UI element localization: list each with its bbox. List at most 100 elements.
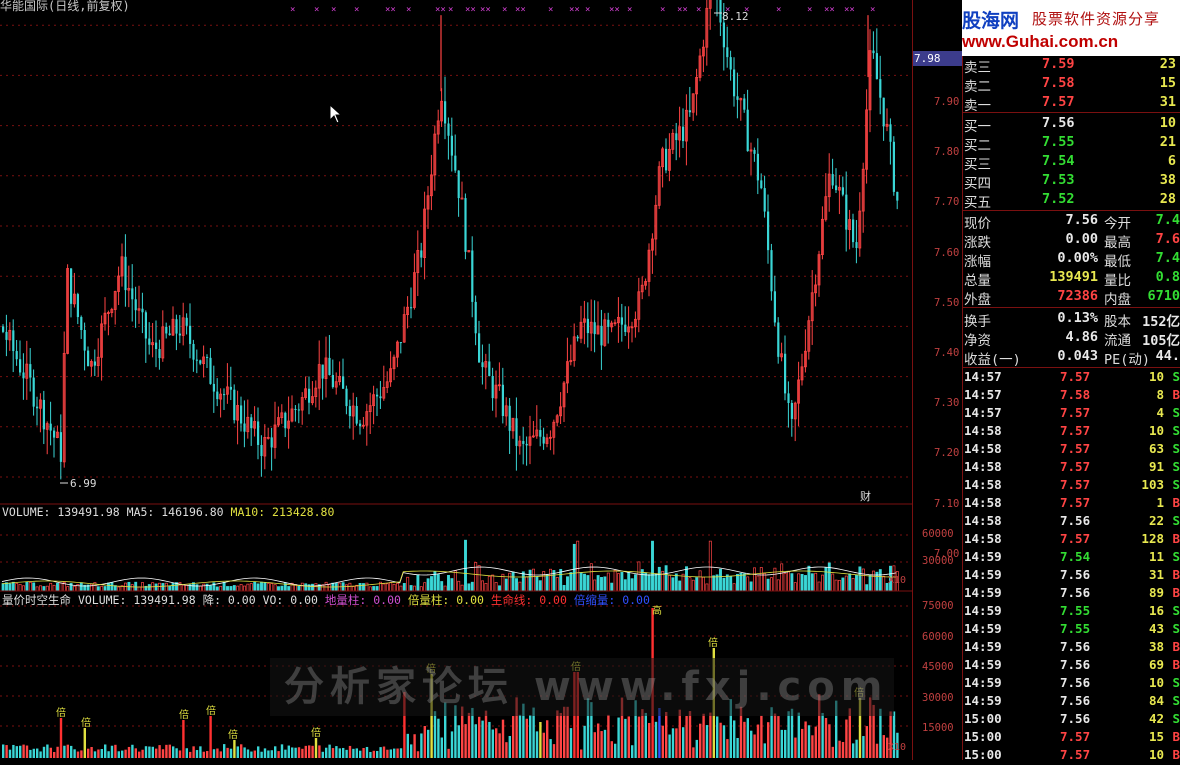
order-book-label: 买一 [964, 119, 991, 135]
volume-bar [426, 578, 430, 592]
tick-row[interactable]: 14:59 7.56 38 B [964, 639, 1180, 657]
candle-body [321, 364, 324, 379]
tick-direction: S [1172, 621, 1180, 636]
indicator-bar [100, 749, 103, 758]
tick-price: 7.57 [1060, 531, 1091, 546]
tick-row[interactable]: 14:59 7.56 31 B [964, 567, 1180, 585]
tick-row[interactable]: 14:59 7.55 16 S [964, 603, 1180, 621]
tick-row[interactable]: 14:58 7.57 103 S [964, 477, 1180, 495]
tick-row[interactable]: 15:00 7.57 15 B [964, 729, 1180, 747]
candle-body [746, 109, 749, 152]
indicator-bar [518, 714, 522, 758]
indicator-bar [450, 731, 454, 758]
indicator-bar [243, 747, 246, 758]
indicator-bar [297, 747, 301, 758]
indicator-bar [352, 748, 355, 758]
volume-bar [368, 586, 372, 592]
financial-report-marker[interactable]: 财 [860, 488, 871, 504]
logo-url: www.Guhai.com.cn [962, 32, 1119, 51]
volume-bar [736, 573, 739, 592]
indicator-bar [824, 718, 828, 758]
tick-price: 7.55 [1060, 603, 1091, 618]
volume-unit: X10 [888, 575, 907, 586]
order-book-volume: 31 [1159, 94, 1176, 110]
candle-body [488, 361, 491, 376]
volume-bar [59, 582, 63, 592]
tick-price: 7.57 [1060, 729, 1091, 744]
tick-row[interactable]: 14:57 7.58 8 B [964, 387, 1180, 405]
candle-body [454, 155, 457, 171]
indicator-bar [2, 744, 5, 758]
candle-body [216, 391, 219, 400]
guhai-logo[interactable]: 股海网 股票软件资源分享 www.Guhai.com.cn [962, 0, 1180, 56]
candle-body [12, 330, 15, 352]
tick-row[interactable]: 14:59 7.56 69 B [964, 657, 1180, 675]
candle-body [328, 357, 331, 375]
indicator-bar [151, 746, 154, 758]
indicator-bar [246, 749, 250, 758]
volume-bar [579, 572, 583, 592]
indicator-bar [709, 712, 712, 758]
tick-row[interactable]: 14:58 7.57 128 B [964, 531, 1180, 549]
indicator-bar [410, 744, 413, 758]
tick-row[interactable]: 14:59 7.55 43 S [964, 621, 1180, 639]
candle-body [770, 250, 773, 292]
indicator-bar [22, 744, 25, 758]
volume-bar [32, 582, 36, 592]
volume-bar [647, 574, 651, 592]
tick-row[interactable]: 14:59 7.54 11 S [964, 549, 1180, 567]
tick-time: 14:57 [964, 405, 1002, 420]
indicator-bar [342, 747, 345, 758]
tick-row[interactable]: 14:59 7.56 10 S [964, 675, 1180, 693]
volume-bar [770, 577, 773, 592]
volume-bar [56, 582, 59, 592]
indicator-bar [19, 745, 22, 758]
order-book-row[interactable]: 买二 7.55 21 [964, 134, 1180, 154]
candle-body [175, 319, 178, 334]
indicator-bar [267, 750, 270, 758]
tick-row[interactable]: 14:58 7.57 1 B [964, 495, 1180, 513]
low-price-label: 6.99 [70, 477, 97, 490]
tick-row[interactable]: 14:58 7.57 63 S [964, 441, 1180, 459]
order-book-volume: 21 [1159, 134, 1176, 150]
tick-row[interactable]: 14:57 7.57 4 S [964, 405, 1180, 423]
candle-body [508, 405, 511, 431]
tick-row[interactable]: 14:58 7.57 10 S [964, 423, 1180, 441]
tick-row[interactable]: 14:58 7.56 22 S [964, 513, 1180, 531]
tick-row[interactable]: 14:57 7.57 10 S [964, 369, 1180, 387]
price-axis-label: 7.40 [934, 347, 960, 359]
candlestick-canvas[interactable]: × × × × ×× × ×× × ×× ×× × ×× × ×× × ×× × × ×× × × × × × ×× ×× × [0, 0, 912, 505]
candle-body [199, 360, 202, 364]
volume-bar [300, 582, 304, 592]
tick-row[interactable]: 15:00 7.57 10 B [964, 747, 1180, 765]
indicator-bar [763, 743, 766, 758]
candlestick-chart[interactable]: × × × × ×× × ×× × ×× ×× × ×× × ×× × ×× × × ×× × × × × × ×× ×× × 华能… [0, 0, 912, 505]
fund-value-2: 105亿 [1142, 333, 1180, 349]
candle-body [522, 441, 525, 444]
volume-bar [708, 540, 712, 592]
volume-bar [712, 575, 716, 592]
candle-body [756, 153, 759, 181]
candle-body [134, 299, 137, 311]
volume-bar [705, 583, 709, 592]
order-book-row[interactable]: 卖二 7.58 15 [964, 75, 1180, 95]
candle-body [607, 319, 610, 327]
order-book-row[interactable]: 卖一 7.57 31 [964, 94, 1180, 114]
order-book-row[interactable]: 买五 7.52 28 [964, 191, 1180, 211]
order-book-row[interactable]: 买四 7.53 38 [964, 172, 1180, 192]
order-book-row[interactable]: 买三 7.54 6 [964, 153, 1180, 173]
stat-value-2: 0.8 [1155, 269, 1180, 285]
tick-row[interactable]: 15:00 7.56 42 S [964, 711, 1180, 729]
tick-row[interactable]: 14:58 7.57 91 S [964, 459, 1180, 477]
order-book-row[interactable]: 卖三 7.59 23 [964, 56, 1180, 76]
indicator-bar [726, 739, 729, 758]
volume-bar [263, 582, 267, 592]
indicator-bar [63, 745, 66, 758]
volume-panel[interactable]: VOLUME: 139491.98 MA5: 146196.80 MA10: 2… [0, 505, 912, 592]
tick-row[interactable]: 14:59 7.56 84 S [964, 693, 1180, 711]
volume-bar [657, 566, 661, 592]
tick-row[interactable]: 14:59 7.56 89 B [964, 585, 1180, 603]
candle-body [250, 417, 253, 429]
indicator-bar [569, 728, 573, 758]
order-book-row[interactable]: 买一 7.56 10 [964, 115, 1180, 135]
